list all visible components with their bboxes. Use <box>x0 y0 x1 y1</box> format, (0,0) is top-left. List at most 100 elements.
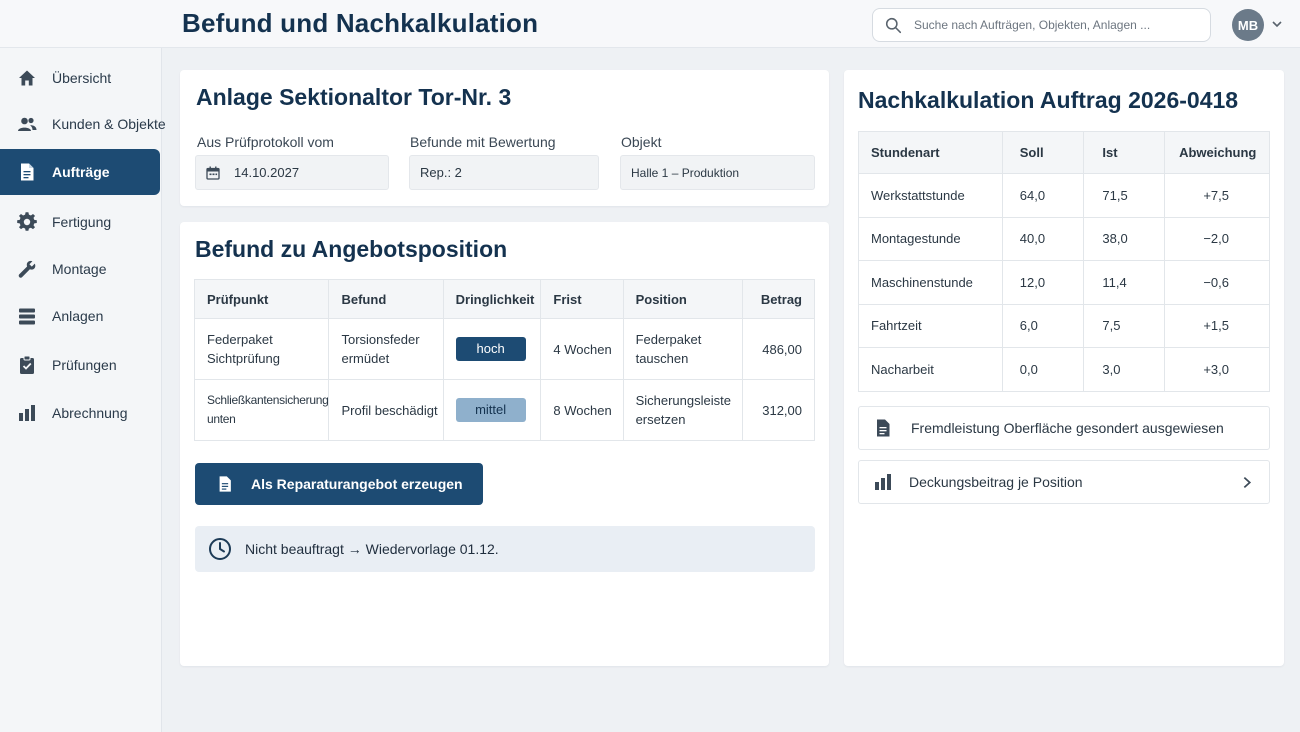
frist-cell: 4 Wochen <box>540 318 624 380</box>
clock-icon <box>209 538 231 560</box>
pruefpunkt-cell: Schließkantensicherung unten <box>193 379 330 441</box>
sidebar-item-montage[interactable]: Montage <box>0 246 160 292</box>
fremdleistung-text: Fremdleistung Oberfläche gesondert ausge… <box>911 420 1224 436</box>
objekt-field[interactable]: Halle 1 – Produktion <box>620 155 815 190</box>
home-icon <box>19 70 35 86</box>
chevron-down-icon[interactable] <box>1271 18 1283 30</box>
column-header[interactable]: Betrag <box>742 279 815 319</box>
document-icon <box>219 476 231 492</box>
status-badge: mittel <box>455 398 526 422</box>
field-label-pruefprotokoll: Aus Prüfprotokoll vom <box>197 134 334 150</box>
column-header[interactable]: Soll <box>1001 131 1085 174</box>
column-header[interactable]: Position <box>622 279 744 319</box>
frist-cell: 8 Wochen <box>540 379 624 441</box>
column-header[interactable]: Dringlichkeit <box>442 279 542 319</box>
position-cell: Federpaket tauschen <box>622 318 744 380</box>
table-row[interactable]: Federpaket Sichtprüfung Torsionsfeder er… <box>193 318 815 380</box>
fremdleistung-row[interactable]: Fremdleistung Oberfläche gesondert ausge… <box>858 406 1270 450</box>
sidebar-item-anlagen[interactable]: Anlagen <box>0 293 160 339</box>
befund-cell: Profil beschädigt <box>328 379 444 441</box>
stundenart-cell: Werkstattstunde <box>858 173 1003 218</box>
abweichung-cell: +3,0 <box>1164 347 1270 392</box>
wrench-icon <box>18 260 36 278</box>
top-bar: Befund und Nachkalkulation MB <box>0 0 1300 48</box>
create-repair-offer-button[interactable]: Als Reparaturangebot erzeugen <box>195 463 483 505</box>
date-value: 14.10.2027 <box>234 165 300 180</box>
sidebar-item-uebersicht[interactable]: Übersicht <box>0 55 160 101</box>
betrag-cell: 312,00 <box>742 379 815 441</box>
soll-cell: 40,0 <box>1001 216 1085 261</box>
sidebar-item-abrechnung[interactable]: Abrechnung <box>0 390 160 436</box>
column-header[interactable]: Prüfpunkt <box>193 279 330 319</box>
befund-table: Prüfpunkt Befund Dringlichkeit Frist Pos… <box>193 279 815 441</box>
date-field[interactable]: 14.10.2027 <box>195 155 389 190</box>
table-header-row: Prüfpunkt Befund Dringlichkeit Frist Pos… <box>193 279 815 319</box>
sidebar: Übersicht Kunden & Objekte Aufträge Fert… <box>0 48 166 732</box>
deckungsbeitrag-row[interactable]: Deckungsbeitrag je Position <box>858 460 1270 504</box>
nachkalkulation-title: Nachkalkulation Auftrag 2026-0418 <box>858 87 1239 113</box>
sidebar-item-label: Aufträge <box>52 164 110 180</box>
befunde-field[interactable]: Rep.: 2 <box>409 155 599 190</box>
document-icon <box>877 419 890 437</box>
table-row[interactable]: Fahrtzeit 6,0 7,5 +1,5 <box>858 303 1270 348</box>
sidebar-item-pruefungen[interactable]: Prüfungen <box>0 342 160 388</box>
befund-title: Befund zu Angebotsposition <box>195 236 508 262</box>
stundenart-cell: Maschinenstunde <box>858 260 1003 305</box>
objekt-value: Halle 1 – Produktion <box>631 165 740 180</box>
befund-cell: Torsionsfeder ermüdet <box>328 318 444 380</box>
table-row[interactable]: Maschinenstunde 12,0 11,4 −0,6 <box>858 260 1270 305</box>
soll-cell: 12,0 <box>1001 260 1085 305</box>
stundenart-cell: Fahrtzeit <box>858 303 1003 348</box>
status-badge: hoch <box>455 337 526 361</box>
anlage-title: Anlage Sektionaltor Tor-Nr. 3 <box>196 84 512 110</box>
pruefpunkt-cell: Federpaket Sichtprüfung <box>193 318 330 380</box>
page-title: Befund und Nachkalkulation <box>182 8 539 38</box>
layers-icon <box>19 308 35 325</box>
ist-cell: 11,4 <box>1083 260 1166 305</box>
avatar[interactable]: MB <box>1232 9 1264 41</box>
users-icon <box>18 117 37 131</box>
column-header[interactable]: Abweichung <box>1164 131 1270 174</box>
ist-cell: 3,0 <box>1083 347 1166 392</box>
calendar-icon <box>206 166 220 180</box>
abweichung-cell: +1,5 <box>1164 303 1270 348</box>
column-header[interactable]: Stundenart <box>858 131 1003 174</box>
sidebar-item-label: Kunden & Objekte <box>52 116 166 132</box>
table-row[interactable]: Werkstattstunde 64,0 71,5 +7,5 <box>858 173 1270 218</box>
table-row[interactable]: Nacharbeit 0,0 3,0 +3,0 <box>858 347 1270 392</box>
column-header[interactable]: Ist <box>1083 131 1166 174</box>
search-box[interactable] <box>872 8 1211 42</box>
clipboard-check-icon <box>20 355 34 374</box>
sidebar-item-label: Anlagen <box>52 308 104 324</box>
befunde-value: Rep.: 2 <box>420 165 462 180</box>
search-input[interactable] <box>914 18 1194 32</box>
ist-cell: 38,0 <box>1083 216 1166 261</box>
sidebar-item-fertigung[interactable]: Fertigung <box>0 199 160 245</box>
column-header[interactable]: Befund <box>328 279 444 319</box>
soll-cell: 64,0 <box>1001 173 1085 218</box>
notice-text: Nicht beauftragt → Wiedervorlage 01.12. <box>245 541 499 557</box>
betrag-cell: 486,00 <box>742 318 815 380</box>
table-header-row: Stundenart Soll Ist Abweichung <box>858 131 1270 174</box>
field-label-objekt: Objekt <box>621 134 662 150</box>
sidebar-item-auftraege[interactable]: Aufträge <box>0 149 160 195</box>
stundenart-cell: Nacharbeit <box>858 347 1003 392</box>
soll-cell: 0,0 <box>1001 347 1085 392</box>
sidebar-item-label: Fertigung <box>52 214 112 230</box>
table-row[interactable]: Schließkantensicherung unten Profil besc… <box>193 379 815 441</box>
bar-chart-icon <box>19 405 35 421</box>
button-label: Als Reparaturangebot erzeugen <box>251 476 463 492</box>
field-label-befunde: Befunde mit Bewertung <box>410 134 556 150</box>
ist-cell: 7,5 <box>1083 303 1166 348</box>
document-icon <box>21 163 34 181</box>
abweichung-cell: −0,6 <box>1164 260 1270 305</box>
table-row[interactable]: Montagestunde 40,0 38,0 −2,0 <box>858 216 1270 261</box>
column-header[interactable]: Frist <box>540 279 624 319</box>
deckungsbeitrag-text: Deckungsbeitrag je Position <box>909 474 1083 490</box>
nachkalkulation-table: Stundenart Soll Ist Abweichung Werkstatt… <box>858 131 1270 392</box>
sidebar-item-kunden[interactable]: Kunden & Objekte <box>0 101 166 147</box>
sidebar-item-label: Übersicht <box>52 70 112 86</box>
search-icon <box>885 17 902 33</box>
chevron-right-icon <box>1243 476 1252 489</box>
gear-icon <box>17 212 37 231</box>
